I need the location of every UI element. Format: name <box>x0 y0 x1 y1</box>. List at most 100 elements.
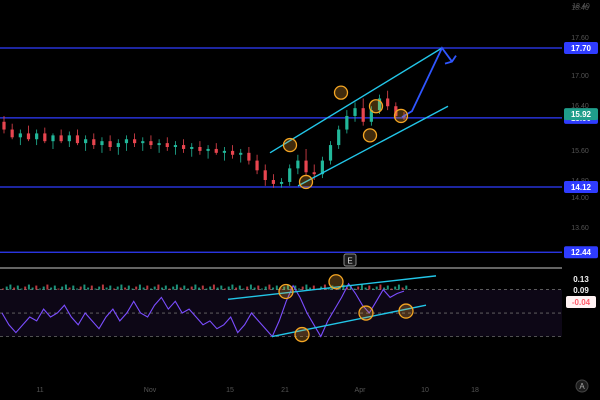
candle-body <box>271 180 275 184</box>
candle-body <box>92 139 96 146</box>
candle-body <box>133 139 137 144</box>
oscillator-histogram-bar <box>220 285 223 290</box>
price-axis-tick: 17.60 <box>571 35 589 42</box>
candle-body <box>2 121 6 130</box>
oscillator-histogram-bar <box>27 284 30 290</box>
oscillator-histogram-bar <box>238 285 241 290</box>
oscillator-histogram-bar <box>364 287 367 290</box>
candle-body <box>124 139 129 144</box>
oscillator-histogram-bar <box>379 284 382 290</box>
oscillator-histogram-bar <box>5 286 8 290</box>
oscillator-badge[interactable]: 0.13 <box>566 273 596 285</box>
candle-body <box>255 160 259 171</box>
oscillator-pivot-marker[interactable] <box>328 274 344 290</box>
oscillator-histogram-bar <box>16 285 19 290</box>
pivot-marker[interactable] <box>393 108 409 124</box>
oscillator-histogram-bar <box>394 286 397 290</box>
oscillator-badge[interactable]: 0.09 <box>566 284 596 296</box>
oscillator-histogram-bar <box>212 284 215 290</box>
oscillator-histogram-bar <box>150 288 152 290</box>
oscillator-histogram-bar <box>94 288 97 290</box>
oscillator-histogram-bar <box>360 284 363 290</box>
oscillator-histogram-bar <box>31 287 34 290</box>
oscillator-histogram-bar <box>401 287 404 290</box>
pivot-marker[interactable] <box>298 174 314 190</box>
oscillator-histogram-bar <box>301 286 304 290</box>
oscillator-histogram-bar <box>64 284 67 290</box>
candle-body <box>288 168 292 182</box>
oscillator-histogram-bar <box>190 286 193 290</box>
candle-body <box>35 133 39 140</box>
price-level-badge[interactable]: 17.70 <box>564 42 598 54</box>
oscillator-histogram-bar <box>153 286 156 290</box>
last-price-badge[interactable]: 15.92 <box>564 108 598 121</box>
oscillator-badge-label: 0.13 <box>573 275 589 284</box>
candle-body <box>59 135 63 142</box>
oscillator-pivot-marker[interactable] <box>278 283 294 300</box>
time-axis-label: 11 <box>36 387 43 394</box>
oscillator-histogram-bar <box>264 286 267 290</box>
oscillator-histogram-bar <box>164 285 167 290</box>
oscillator-histogram-bar <box>227 286 230 290</box>
oscillator-histogram-bar <box>113 288 115 290</box>
candle-body <box>100 141 104 146</box>
oscillator-histogram-bar <box>146 285 149 290</box>
oscillator-histogram-bar <box>68 287 71 290</box>
oscillator-histogram-bar <box>142 287 145 290</box>
oscillator-histogram-bar <box>198 287 201 290</box>
price-level-badge[interactable]: 14.12 <box>564 181 598 193</box>
price-axis-tick: 13.60 <box>571 225 589 232</box>
pivot-marker[interactable] <box>368 99 384 114</box>
oscillator-histogram-bar <box>386 285 389 290</box>
oscillator-histogram-bar <box>175 284 178 290</box>
candle-body <box>141 141 145 144</box>
oscillator-histogram-bar <box>249 284 252 290</box>
time-axis-label: Nov <box>144 387 157 394</box>
candle-body <box>75 135 80 144</box>
candle-body <box>206 148 210 151</box>
candle-body <box>173 145 178 148</box>
oscillator-histogram-bar <box>353 288 356 290</box>
pane-marker[interactable]: E <box>343 253 357 267</box>
oscillator-histogram-bar <box>231 284 234 290</box>
candle-body <box>328 145 333 161</box>
oscillator-badge[interactable]: -0.04 <box>566 296 596 308</box>
pivot-marker[interactable] <box>282 137 298 153</box>
chart-canvas[interactable]: 18.4017.6017.0016.4015.6014.8014.0013.60… <box>0 0 600 400</box>
oscillator-histogram-bar <box>268 284 271 290</box>
candle-body <box>51 135 55 142</box>
oscillator-histogram-bar <box>205 288 208 290</box>
oscillator-histogram-bar <box>298 288 300 290</box>
oscillator-histogram-bar <box>172 286 175 290</box>
candle-body <box>190 147 194 149</box>
auto-scale-icon[interactable]: A <box>575 379 589 393</box>
oscillator-histogram-bar <box>35 285 38 290</box>
oscillator-histogram-bar <box>131 288 134 290</box>
candle-body <box>214 148 218 153</box>
price-level-badge[interactable]: 12.44 <box>564 246 598 259</box>
candle-body <box>116 143 120 148</box>
oscillator-histogram-bar <box>179 287 182 290</box>
oscillator-pivot-marker[interactable] <box>398 303 414 319</box>
oscillator-histogram-bar <box>209 286 212 290</box>
candle-body <box>247 152 251 161</box>
oscillator-histogram-bar <box>61 286 64 290</box>
oscillator-histogram-bar <box>187 288 189 290</box>
oscillator-pivot-marker[interactable] <box>358 305 374 321</box>
oscillator-pivot-marker[interactable] <box>294 326 310 343</box>
oscillator-badge-label: -0.04 <box>572 298 591 307</box>
candle-body <box>165 143 169 148</box>
pivot-marker[interactable] <box>333 85 349 100</box>
candle-body <box>84 139 88 144</box>
pivot-marker[interactable] <box>362 128 378 143</box>
candle-body <box>108 141 112 148</box>
oscillator-histogram-bar <box>138 284 141 290</box>
candle-body <box>312 172 316 175</box>
candle-body <box>386 98 390 107</box>
oscillator-badge-label: 0.09 <box>573 286 589 295</box>
oscillator-histogram-bar <box>194 284 197 290</box>
top-axis-label: 18.40 <box>572 3 590 10</box>
oscillator-histogram-bar <box>405 285 408 290</box>
pane-marker-label: E <box>347 257 352 266</box>
time-axis-label: 18 <box>471 387 479 394</box>
